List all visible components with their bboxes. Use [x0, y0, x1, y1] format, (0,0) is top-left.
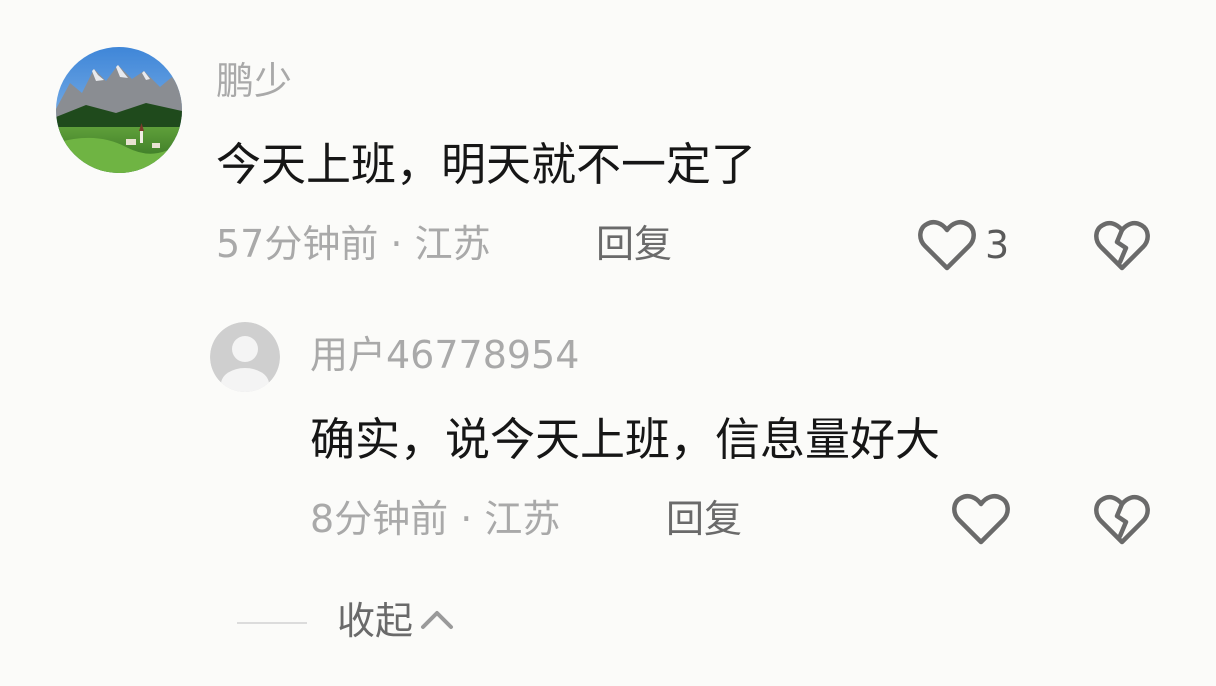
like-button[interactable]	[918, 218, 976, 276]
collapse-label: 收起	[337, 599, 414, 643]
broken-heart-icon	[1094, 220, 1150, 271]
chevron-up-icon	[421, 611, 454, 629]
user-icon	[210, 322, 280, 392]
reply-like-button[interactable]	[952, 492, 1010, 550]
reply-dislike-button[interactable]	[1094, 492, 1150, 550]
dislike-button[interactable]	[1094, 218, 1150, 276]
reply-button[interactable]: 回复	[596, 225, 672, 263]
comment-text: 今天上班，明天就不一定了	[216, 138, 757, 191]
reply-avatar[interactable]	[210, 322, 280, 392]
heart-outline-icon	[918, 220, 976, 271]
comment-meta: 57分钟前 · 江苏	[216, 222, 491, 266]
comment-thread: 鹏少 今天上班，明天就不一定了 57分钟前 · 江苏 回复 3 用户467789…	[0, 0, 1216, 686]
reply-to-reply-button[interactable]: 回复	[666, 500, 742, 538]
like-count: 3	[985, 223, 1010, 267]
collapse-divider	[237, 622, 307, 624]
collapse-button[interactable]: 收起	[337, 601, 457, 641]
heart-outline-icon	[952, 494, 1010, 545]
reply-meta: 8分钟前 · 江苏	[310, 497, 561, 541]
broken-heart-icon	[1094, 494, 1150, 545]
reply-username[interactable]: 用户46778954	[310, 336, 579, 374]
comment-username[interactable]: 鹏少	[216, 62, 292, 100]
reply-text: 确实，说今天上班，信息量好大	[310, 413, 941, 466]
avatar[interactable]	[56, 47, 182, 173]
